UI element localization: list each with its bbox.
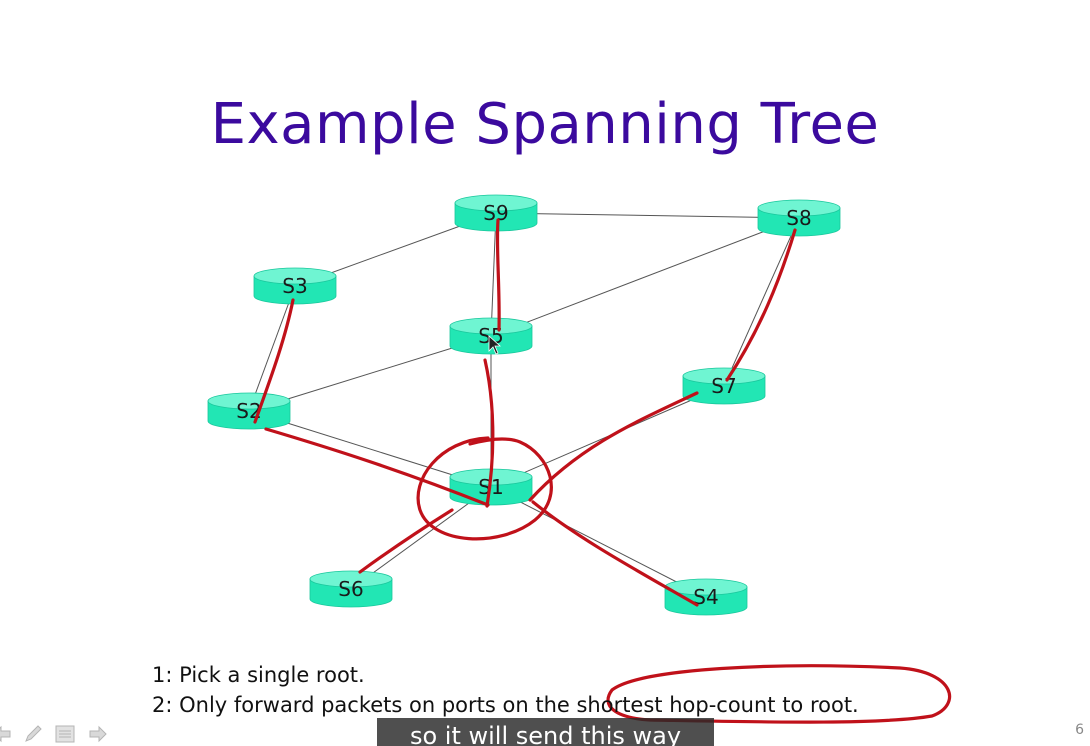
link-s9-s5	[490, 212, 497, 337]
network-nodes: S9 S8S3S5S7S2S1S6 S4	[207, 194, 841, 616]
bullet-list: 1: Pick a single root. 2: Only forward p…	[152, 660, 859, 720]
spanning-tree-diagram: S9 S8S3S5S7S2S1S6 S4	[207, 194, 952, 724]
tree-stroke-s2-s1	[264, 427, 490, 507]
red-pen-annotations	[253, 218, 952, 724]
switch-node-s4: S4	[664, 578, 748, 616]
link-s8-s5	[490, 217, 800, 337]
switch-node-s8: S8	[757, 199, 841, 237]
next-arrow-icon[interactable]	[86, 723, 108, 745]
node-label: S3	[282, 274, 307, 298]
link-s9-s8	[495, 212, 800, 219]
tree-stroke-s1-s6	[358, 508, 454, 574]
node-label: S7	[711, 374, 736, 398]
prev-arrow-icon[interactable]	[0, 723, 14, 745]
menu-icon[interactable]	[54, 723, 76, 745]
node-label: S6	[338, 577, 363, 601]
bullet-item: 2: Only forward packets on ports on the …	[152, 693, 859, 717]
switch-node-s2: S2	[207, 392, 291, 430]
link-s1-s4	[490, 486, 707, 598]
bullet-item: 1: Pick a single root.	[152, 663, 365, 687]
switch-node-s6: S6	[309, 570, 393, 608]
network-links	[248, 212, 800, 598]
node-label: S9	[483, 201, 508, 225]
switch-node-s3: S3	[253, 267, 337, 305]
switch-node-s9: S9	[454, 194, 538, 232]
switch-node-s7: S7	[682, 367, 766, 405]
tree-stroke-s1-s4	[531, 500, 699, 607]
tree-stroke-s9-s5	[495, 218, 501, 332]
link-s3-s2	[248, 285, 296, 412]
page-number: 6	[1075, 722, 1084, 738]
pen-icon[interactable]	[22, 723, 44, 745]
video-caption: so it will send this way	[377, 718, 714, 746]
node-label: S8	[786, 206, 811, 230]
slide-toolbar	[0, 720, 120, 746]
link-s8-s7	[723, 217, 800, 387]
